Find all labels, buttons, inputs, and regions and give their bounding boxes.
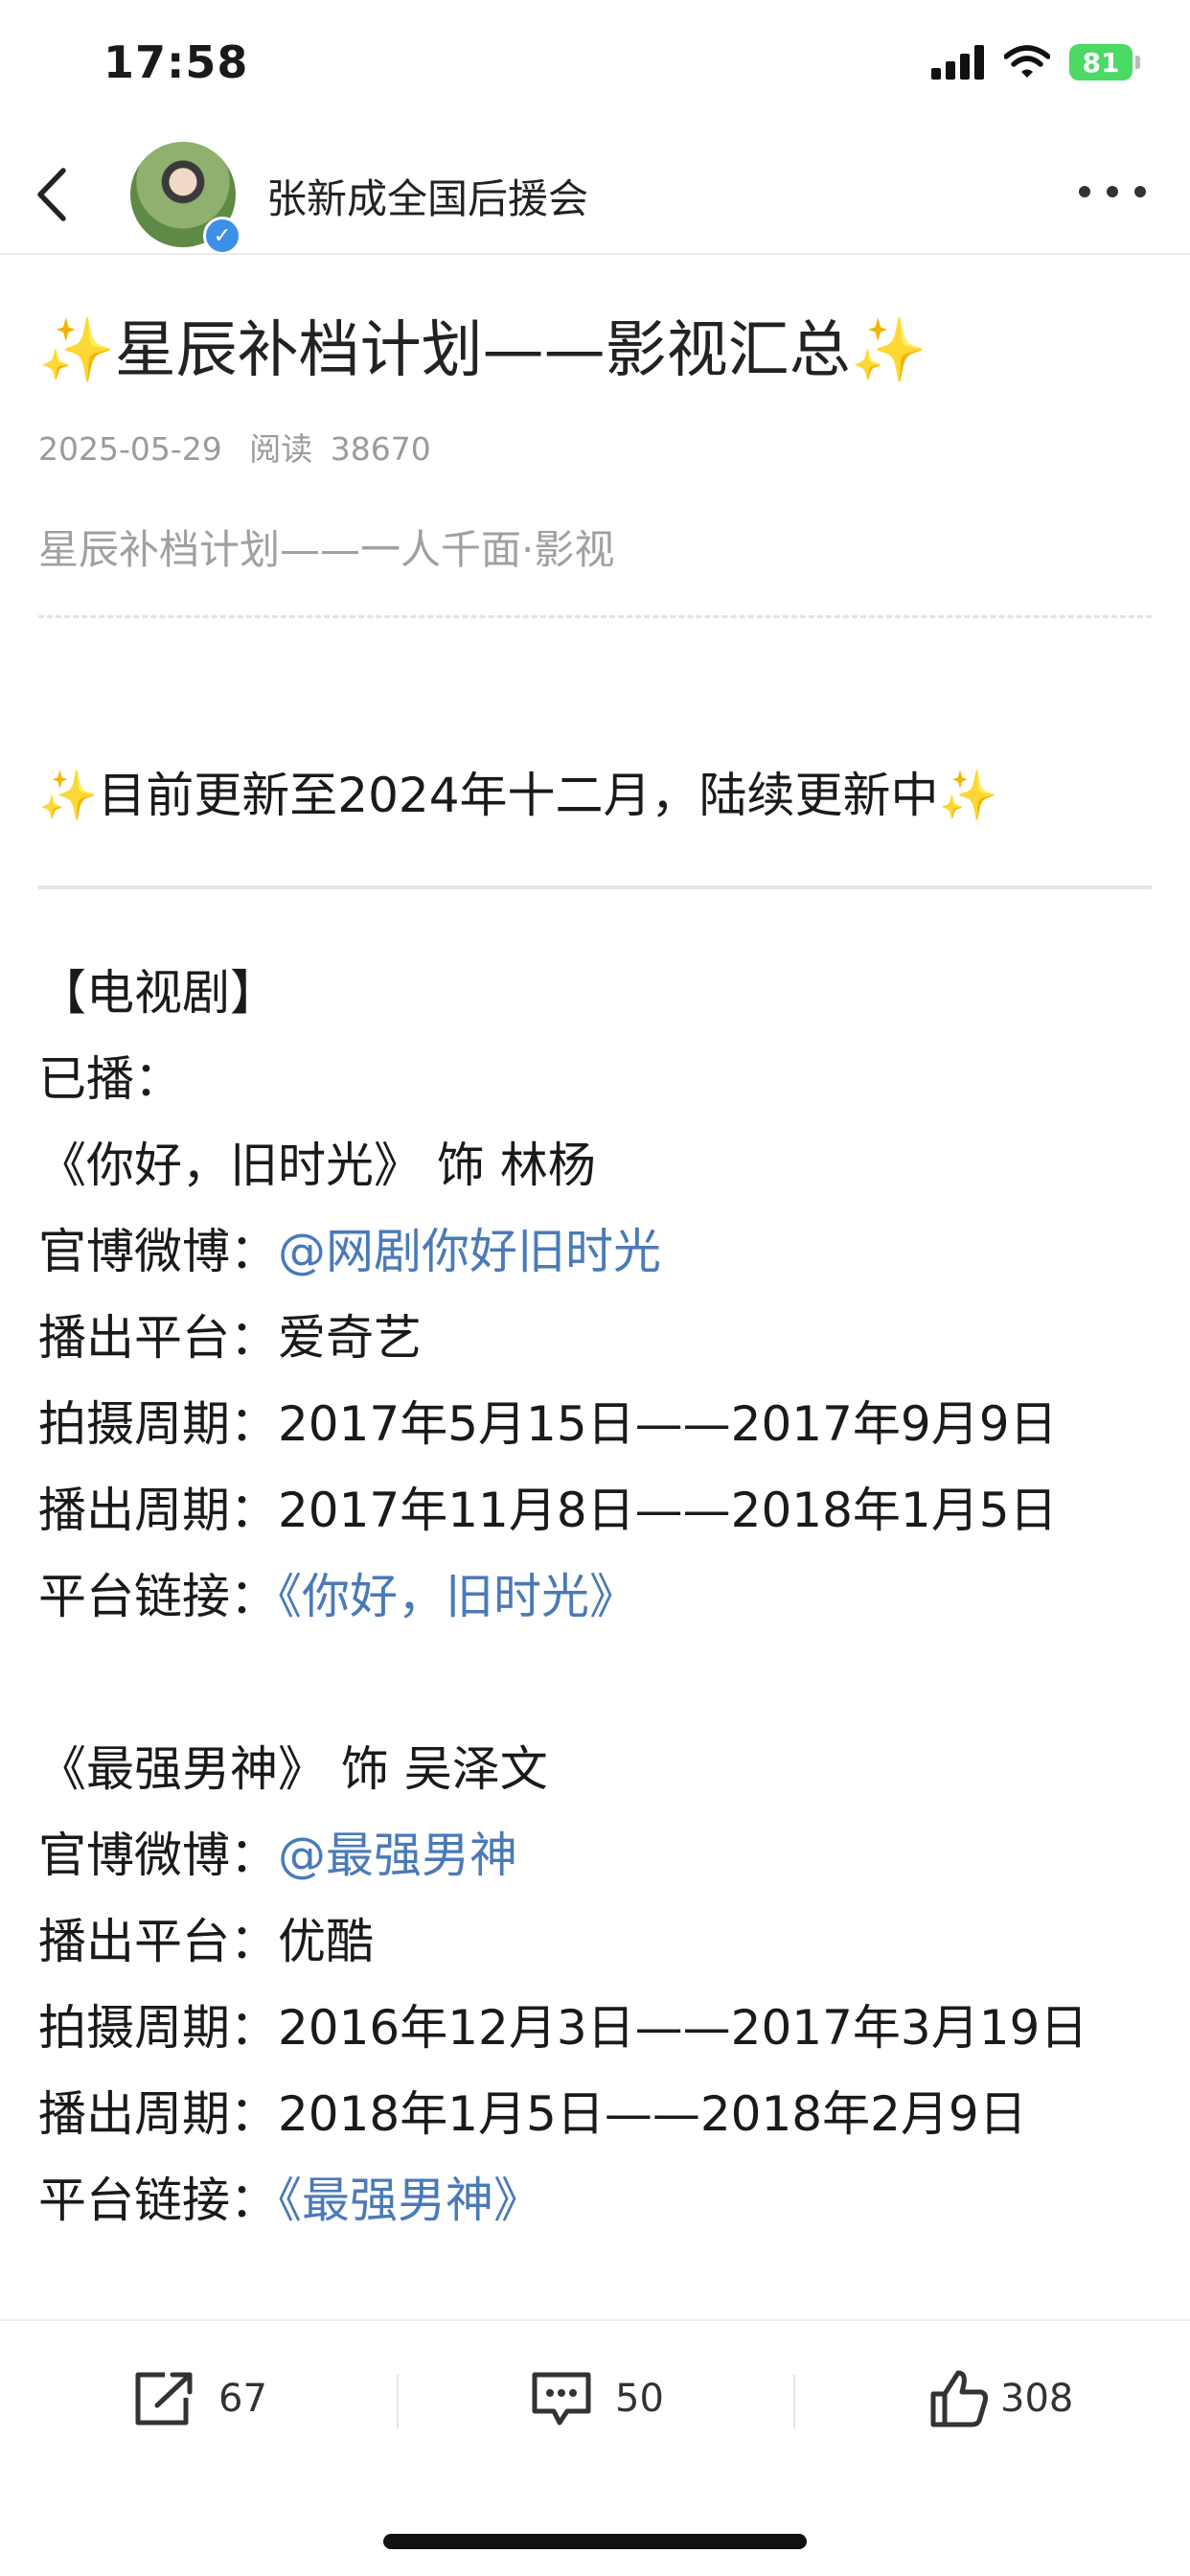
filming-label: 拍摄周期： (38, 1396, 278, 1452)
show-airing-row: 播出周期：2018年1月5日——2018年2月9日 (38, 2076, 1027, 2145)
comment-icon (532, 2372, 591, 2426)
show-filming-row: 拍摄周期：2017年5月15日——2017年9月9日 (38, 1386, 1058, 1455)
nav-bar: ✓ 张新成全国后援会 (0, 134, 1190, 255)
filming-label: 拍摄周期： (38, 2000, 278, 2056)
cellular-signal-icon (931, 45, 985, 80)
share-count: 67 (218, 2377, 267, 2421)
show-link-row: 平台链接：《你好，旧时光》 (38, 1558, 637, 1627)
comment-button[interactable]: 50 (529, 2365, 664, 2432)
reads-label: 阅读 (249, 430, 313, 468)
status-icons: 81 (931, 38, 1140, 86)
dashed-divider (38, 615, 1152, 618)
share-icon (135, 2372, 193, 2426)
reads-count: 38670 (330, 430, 431, 468)
link-label: 平台链接： (38, 2173, 278, 2228)
section-header: 【电视剧】 (38, 965, 278, 1021)
show-platform-row: 播出平台：爱奇艺 (38, 1300, 422, 1368)
account-name[interactable]: 张新成全国后援会 (266, 167, 588, 225)
show-platform-row: 播出平台：优酷 (38, 1903, 374, 1972)
show-title-line: 《最强男神》 饰 吴泽文 (38, 1741, 548, 1797)
weibo-link[interactable]: @最强男神 (278, 1828, 517, 1883)
airing-value: 2018年1月5日——2018年2月9日 (278, 2086, 1027, 2142)
platform-link[interactable]: 《最强男神》 (278, 2173, 541, 2228)
verified-badge-icon: ✓ (203, 217, 241, 255)
filming-value: 2016年12月3日——2017年3月19日 (278, 2000, 1088, 2056)
platform-link[interactable]: 《你好，旧时光》 (278, 1569, 637, 1624)
wifi-icon (1004, 45, 1050, 80)
weibo-link[interactable]: @网剧你好旧时光 (278, 1224, 661, 1279)
weibo-label: 官博微博： (38, 1224, 278, 1279)
comment-count: 50 (615, 2377, 664, 2421)
platform-value: 优酷 (278, 1914, 374, 1969)
like-button[interactable]: 308 (927, 2365, 1073, 2432)
article-meta: 2025-05-29 阅读 38670 (38, 424, 431, 470)
filming-value: 2017年5月15日——2017年9月9日 (278, 1396, 1058, 1452)
aired-label: 已播： (38, 1051, 182, 1107)
action-bar-divider (0, 2319, 1190, 2321)
link-label: 平台链接： (38, 1569, 278, 1624)
battery-level: 81 (1082, 46, 1120, 79)
action-separator (397, 2375, 399, 2428)
more-button[interactable] (1069, 163, 1156, 220)
platform-label: 播出平台： (38, 1310, 278, 1366)
like-icon (930, 2370, 988, 2427)
article-title: ✨星辰补档计划——影视汇总✨ (38, 315, 927, 386)
show-weibo-row: 官博微博：@最强男神 (38, 1817, 517, 1886)
more-icon (1079, 186, 1146, 197)
status-time: 17:58 (103, 36, 249, 88)
platform-value: 爱奇艺 (278, 1310, 422, 1366)
article-date: 2025-05-29 (38, 430, 222, 468)
like-count: 308 (1000, 2377, 1074, 2421)
platform-label: 播出平台： (38, 1914, 278, 1969)
show-title-line: 《你好，旧时光》 饰 林杨 (38, 1138, 596, 1193)
update-notice: ✨目前更新至2024年十二月，陆续更新中✨ (38, 768, 998, 823)
airing-label: 播出周期： (38, 1483, 278, 1538)
show-filming-row: 拍摄周期：2016年12月3日——2017年3月19日 (38, 1990, 1087, 2058)
share-button[interactable]: 67 (130, 2365, 267, 2432)
airing-value: 2017年11月8日——2018年1月5日 (278, 1483, 1058, 1538)
weibo-label: 官博微博： (38, 1828, 278, 1883)
home-indicator[interactable] (383, 2534, 807, 2549)
section-divider (38, 886, 1152, 889)
nav-divider (0, 253, 1190, 255)
article-subtitle: 星辰补档计划——一人千面·影视 (38, 526, 615, 573)
action-separator (793, 2375, 795, 2428)
back-button[interactable] (23, 159, 90, 230)
show-link-row: 平台链接：《最强男神》 (38, 2162, 541, 2231)
airing-label: 播出周期： (38, 2086, 278, 2142)
show-airing-row: 播出周期：2017年11月8日——2018年1月5日 (38, 1472, 1058, 1541)
battery-icon: 81 (1069, 44, 1140, 80)
back-chevron-icon (37, 168, 66, 221)
show-weibo-row: 官博微博：@网剧你好旧时光 (38, 1213, 661, 1282)
